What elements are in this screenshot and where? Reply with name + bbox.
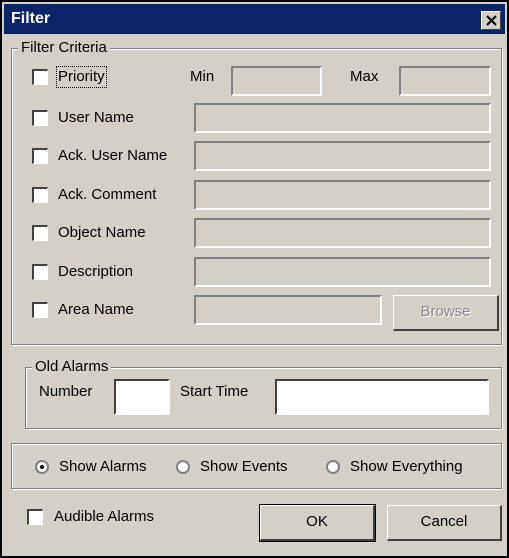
area-name-checkbox[interactable] bbox=[32, 302, 48, 318]
show-everything-radio[interactable] bbox=[326, 460, 340, 474]
dialog-title: Filter bbox=[11, 10, 51, 27]
show-events-label[interactable]: Show Events bbox=[200, 458, 288, 476]
radio-selected-dot bbox=[40, 465, 44, 469]
show-events-radio[interactable] bbox=[176, 460, 190, 474]
area-name-input[interactable] bbox=[194, 295, 382, 325]
ack-comment-label: Ack. Comment bbox=[58, 186, 157, 203]
area-name-label: Area Name bbox=[58, 301, 134, 318]
description-input[interactable] bbox=[194, 257, 491, 287]
show-everything-label[interactable]: Show Everything bbox=[350, 458, 463, 476]
min-input[interactable] bbox=[231, 66, 322, 96]
ok-label: OK bbox=[306, 513, 328, 530]
audible-alarms-checkbox[interactable] bbox=[27, 509, 43, 525]
user-name-checkbox[interactable] bbox=[32, 110, 48, 126]
old-alarms-legend: Old Alarms bbox=[32, 358, 112, 376]
cancel-label: Cancel bbox=[420, 513, 468, 530]
min-label: Min bbox=[190, 68, 215, 85]
ack-comment-input[interactable] bbox=[194, 180, 491, 210]
ack-user-name-checkbox[interactable] bbox=[32, 148, 48, 164]
show-alarms-radio[interactable] bbox=[35, 460, 49, 474]
filter-criteria-legend: Filter Criteria bbox=[18, 39, 110, 57]
close-icon bbox=[486, 15, 497, 26]
priority-checkbox[interactable] bbox=[32, 69, 48, 85]
object-name-input[interactable] bbox=[194, 218, 491, 248]
max-input[interactable] bbox=[399, 66, 491, 96]
max-label: Max bbox=[350, 68, 379, 85]
priority-label[interactable]: Priority bbox=[56, 66, 107, 88]
start-time-input[interactable] bbox=[275, 379, 489, 415]
number-label: Number bbox=[39, 383, 93, 400]
title-bar[interactable]: Filter bbox=[4, 4, 505, 34]
ack-user-name-label: Ack. User Name bbox=[58, 147, 168, 164]
browse-label: Browse bbox=[420, 303, 471, 320]
object-name-checkbox[interactable] bbox=[32, 225, 48, 241]
number-input[interactable] bbox=[114, 379, 170, 415]
browse-button[interactable]: Browse bbox=[393, 295, 499, 331]
ack-comment-checkbox[interactable] bbox=[32, 187, 48, 203]
ack-user-name-input[interactable] bbox=[194, 141, 491, 171]
description-label: Description bbox=[58, 263, 134, 280]
ok-button[interactable]: OK bbox=[259, 504, 376, 542]
cancel-button[interactable]: Cancel bbox=[387, 505, 502, 541]
description-checkbox[interactable] bbox=[32, 264, 48, 280]
user-name-label: User Name bbox=[58, 109, 134, 126]
audible-alarms-label[interactable]: Audible Alarms bbox=[54, 508, 154, 526]
close-button[interactable] bbox=[481, 11, 501, 30]
filter-dialog: Filter Filter Criteria Priority Min Max … bbox=[0, 0, 509, 558]
object-name-label: Object Name bbox=[58, 224, 146, 241]
show-alarms-label[interactable]: Show Alarms bbox=[59, 458, 147, 476]
start-time-label: Start Time bbox=[180, 383, 249, 400]
user-name-input[interactable] bbox=[194, 103, 491, 133]
